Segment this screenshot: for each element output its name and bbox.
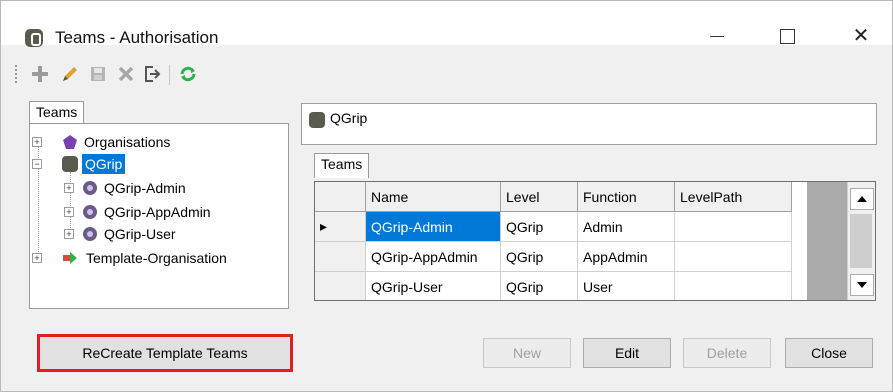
qgrip-icon [309, 112, 325, 128]
table-cell[interactable]: Admin [577, 211, 675, 242]
table-cell[interactable]: QGrip [500, 271, 578, 300]
save-icon[interactable] [87, 63, 109, 85]
arrow-down-icon [857, 282, 867, 288]
delete-button[interactable]: Delete [683, 338, 771, 368]
edit-icon[interactable] [59, 63, 81, 85]
minimize-button[interactable] [696, 23, 736, 49]
table-cell[interactable]: QGrip-User [365, 271, 501, 300]
tree-node-label: QGrip [82, 154, 126, 174]
row-header-corner [315, 182, 366, 212]
tree-node-label: QGrip-User [104, 226, 176, 242]
toolbar-separator [169, 65, 170, 85]
team-icon [83, 227, 97, 241]
scroll-down-button[interactable] [850, 274, 874, 296]
organisations-icon [63, 135, 77, 149]
teams-authorisation-window: Teams - Authorisation ✕ Teams + Organisa… [0, 0, 893, 392]
current-row-indicator[interactable]: ▸ [315, 211, 366, 242]
teams-tree[interactable]: + Organisations − QGrip + QGrip-Admin + … [29, 123, 289, 309]
close-icon: ✕ [852, 25, 870, 47]
column-header-level[interactable]: Level [500, 182, 578, 212]
current-path-text: QGrip [330, 110, 368, 126]
recreate-template-teams-button[interactable]: ReCreate Template Teams [37, 334, 293, 372]
table-cell[interactable]: QGrip-AppAdmin [365, 241, 501, 272]
toolbar [15, 63, 315, 87]
template-icon [63, 252, 77, 264]
table-cell[interactable] [674, 241, 792, 272]
current-path-field: QGrip [301, 103, 877, 145]
table-cell[interactable] [674, 211, 792, 242]
exit-icon[interactable] [141, 63, 163, 85]
column-header-levelpath[interactable]: LevelPath [674, 182, 792, 212]
table-row[interactable]: QGrip-User QGrip User [315, 271, 792, 300]
column-header-function[interactable]: Function [577, 182, 675, 212]
team-icon [83, 181, 97, 195]
table-header-row: Name Level Function LevelPath [315, 182, 792, 212]
tree-node-label: Template-Organisation [86, 250, 227, 266]
column-header-name[interactable]: Name [365, 182, 501, 212]
row-header[interactable] [315, 271, 366, 300]
grid-empty-area [807, 182, 847, 300]
expand-icon[interactable]: + [64, 207, 74, 217]
team-icon [83, 205, 97, 219]
window-title: Teams - Authorisation [55, 28, 219, 47]
title-bar: Teams - Authorisation ✕ [1, 1, 892, 47]
table-row[interactable]: ▸ QGrip-Admin QGrip Admin [315, 211, 792, 242]
tab-teams-right[interactable]: Teams [314, 153, 370, 178]
tree-line [70, 172, 71, 236]
table-cell[interactable] [674, 271, 792, 300]
tree-line [38, 138, 39, 258]
minimize-icon [710, 36, 724, 37]
maximize-icon [780, 29, 795, 44]
table-cell[interactable]: QGrip [500, 211, 578, 242]
table-cell[interactable]: QGrip-Admin [365, 211, 501, 242]
close-window-button[interactable]: ✕ [841, 23, 881, 49]
scroll-up-button[interactable] [850, 188, 874, 210]
expand-icon[interactable]: + [32, 137, 42, 147]
expand-icon[interactable]: + [32, 253, 42, 263]
teams-grid[interactable]: Name Level Function LevelPath ▸ QGrip-Ad… [314, 181, 876, 301]
app-icon [25, 29, 43, 47]
edit-button[interactable]: Edit [583, 338, 671, 368]
teams-table: Name Level Function LevelPath ▸ QGrip-Ad… [315, 182, 792, 300]
table-cell[interactable]: AppAdmin [577, 241, 675, 272]
scrollbar-thumb[interactable] [850, 214, 872, 268]
arrow-up-icon [857, 196, 867, 202]
delete-icon[interactable] [115, 63, 137, 85]
add-icon[interactable] [29, 63, 51, 85]
toolbar-grip[interactable] [15, 65, 17, 85]
expand-icon[interactable]: + [64, 229, 74, 239]
new-button[interactable]: New [483, 338, 571, 368]
tree-node-label: QGrip-Admin [104, 180, 186, 196]
expand-icon[interactable]: + [64, 183, 74, 193]
tree-node-label: QGrip-AppAdmin [104, 204, 211, 220]
qgrip-icon [62, 156, 78, 172]
table-row[interactable]: QGrip-AppAdmin QGrip AppAdmin [315, 241, 792, 272]
collapse-icon[interactable]: − [32, 159, 42, 169]
table-cell[interactable]: User [577, 271, 675, 300]
table-cell[interactable]: QGrip [500, 241, 578, 272]
vertical-scrollbar[interactable] [847, 182, 875, 300]
row-header[interactable] [315, 241, 366, 272]
close-button[interactable]: Close [785, 338, 873, 368]
maximize-button[interactable] [768, 23, 808, 49]
refresh-icon[interactable] [177, 63, 199, 85]
tree-node-label: Organisations [84, 134, 171, 150]
